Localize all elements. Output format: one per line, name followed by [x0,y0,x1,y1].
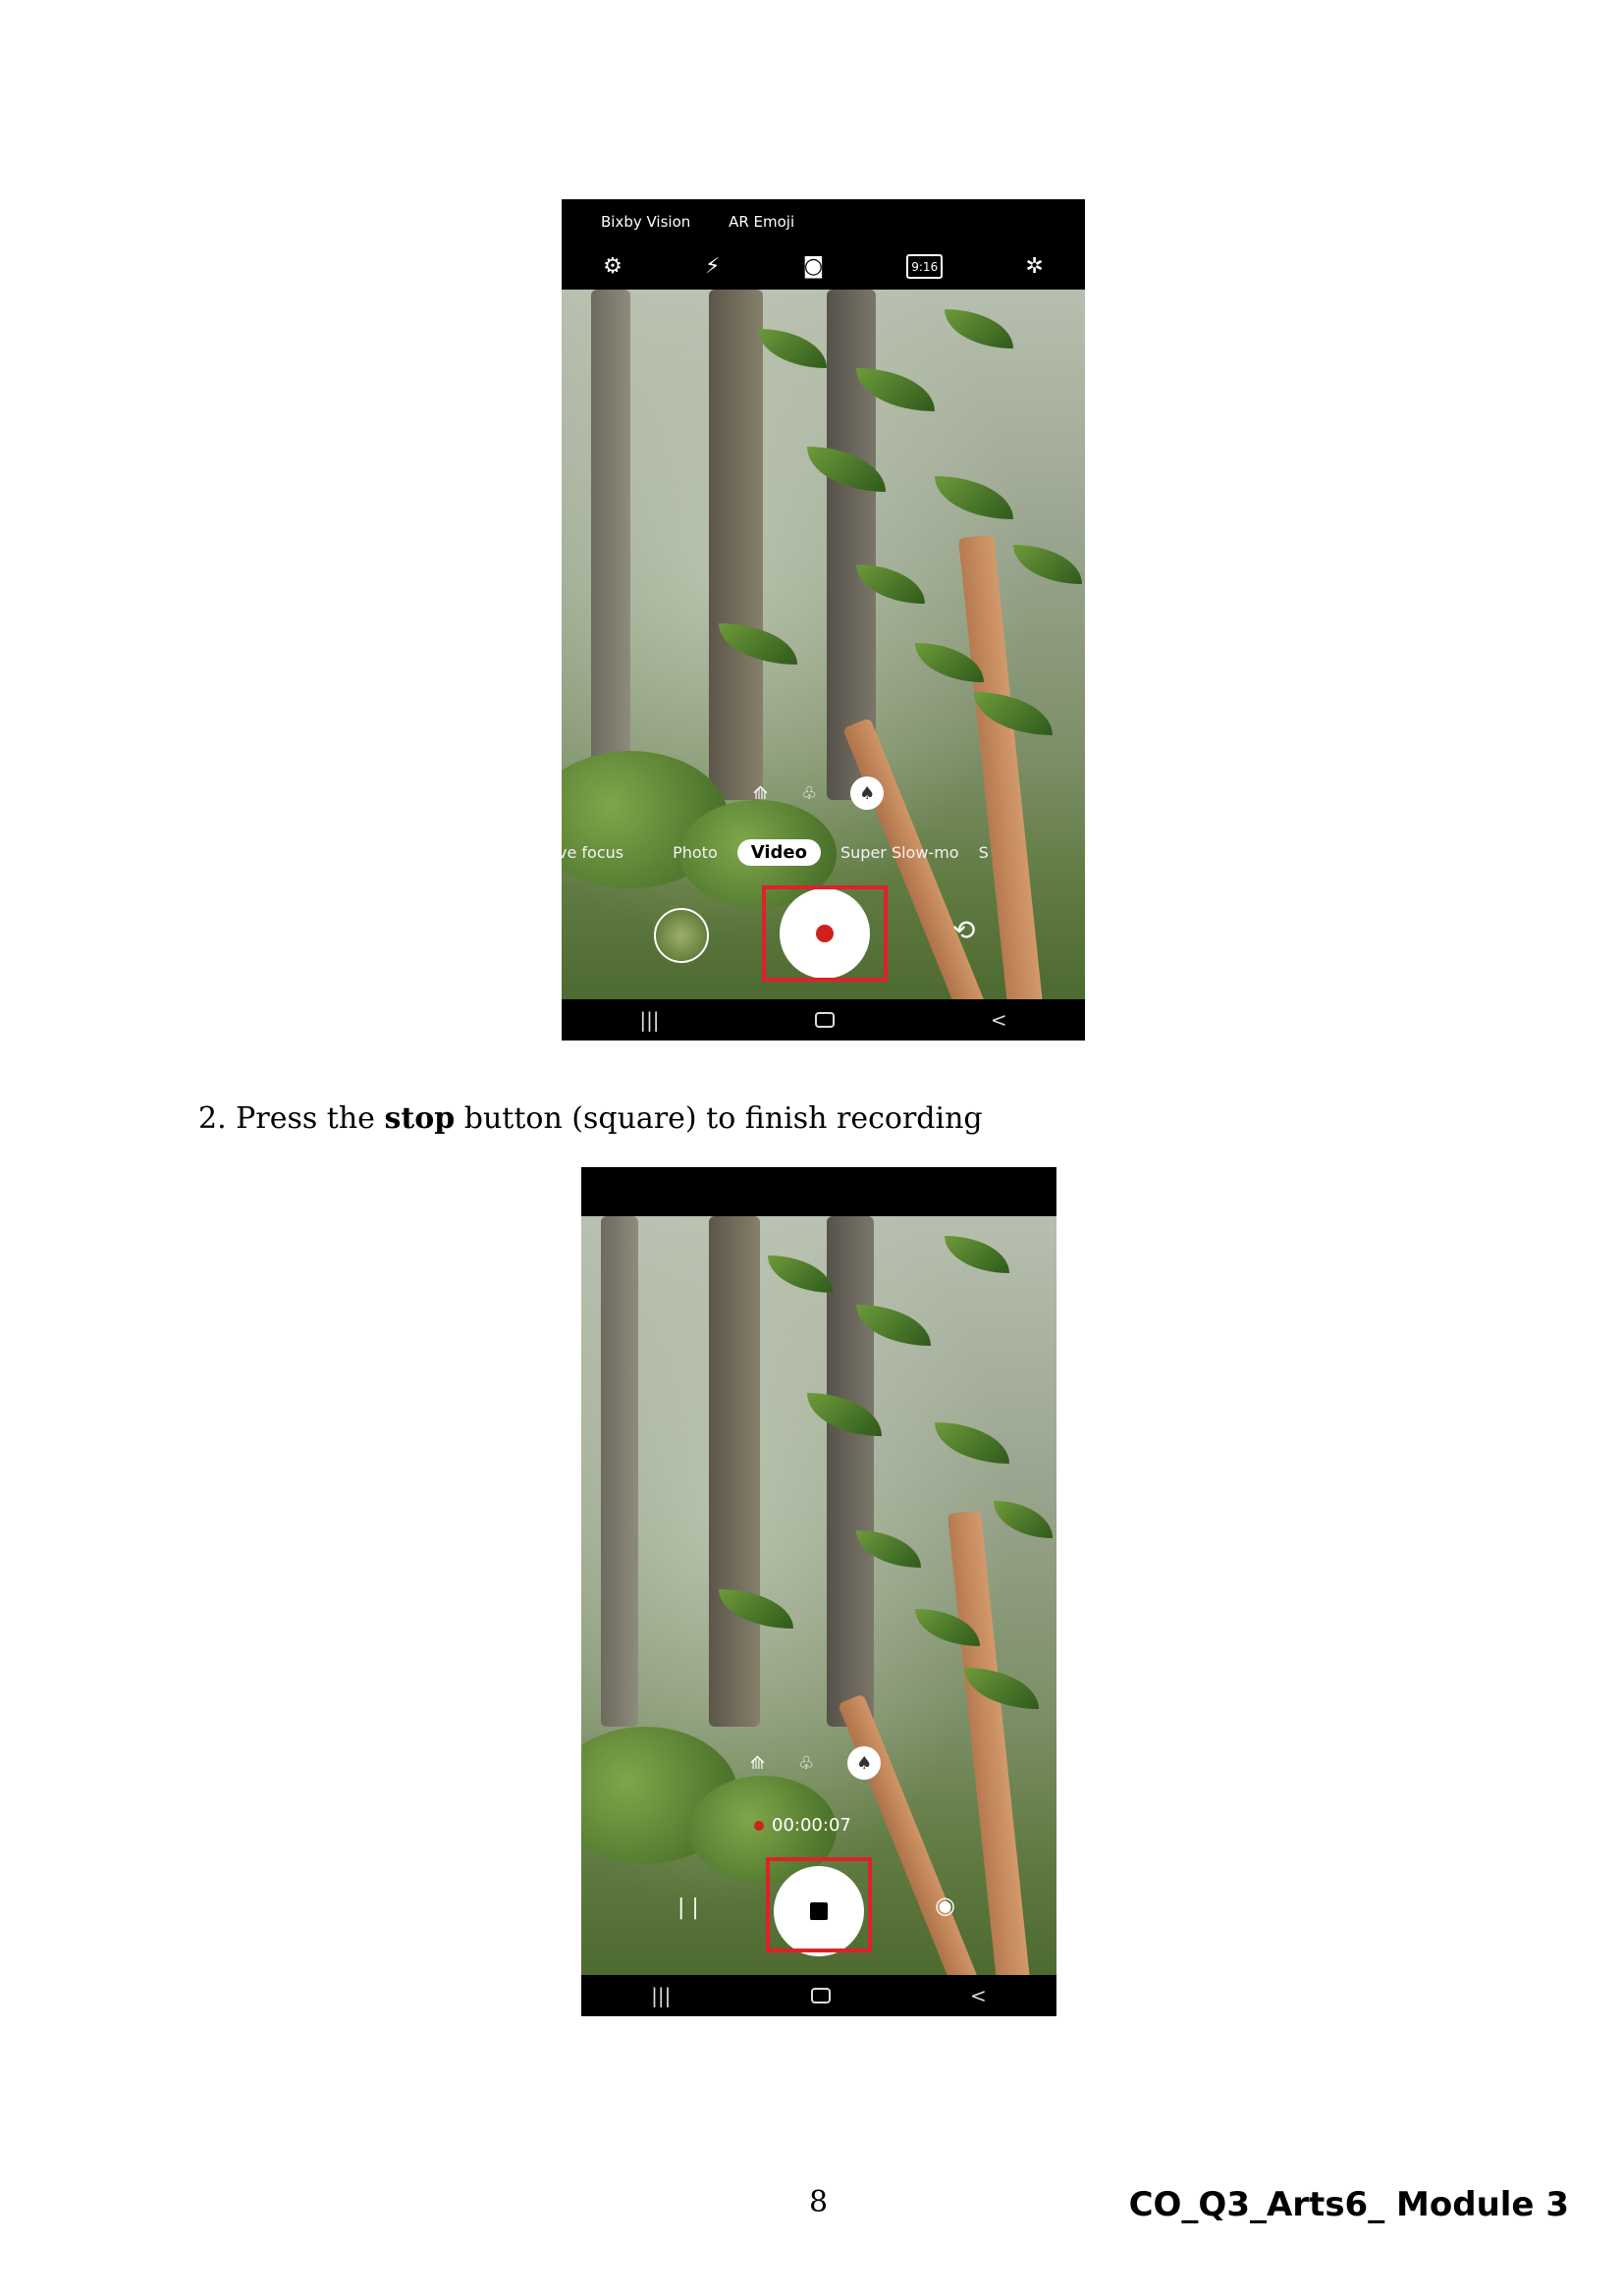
bixby-vision-link[interactable]: Bixby Vision [601,213,690,231]
camera-screenshot-record: Bixby Vision AR Emoji ⚙ ⚡ ◙ 9:16 ✲ ⟰ ♧ ♠… [562,199,1085,1041]
mode-video[interactable]: Video [736,839,821,866]
lens-selector: ⟰ ♧ ♠ [750,1746,882,1780]
effects-icon[interactable]: ✲ [1025,254,1043,279]
home-button[interactable] [815,1012,836,1028]
back-button[interactable]: < [970,1984,987,2007]
instruction-pre: Press the [236,1101,375,1136]
mode-more[interactable]: S [979,843,989,862]
recording-time: 00:00:07 [772,1815,851,1836]
ultra-wide-lens-icon[interactable]: ⟰ [750,1753,765,1774]
gallery-thumbnail[interactable] [654,908,709,963]
pause-button[interactable]: | | [677,1896,699,1920]
module-label: CO_Q3_Arts6_ Module 3 [1128,2185,1569,2224]
ar-emoji-link[interactable]: AR Emoji [729,213,794,231]
mode-super-slow-mo[interactable]: Super Slow-mo [840,843,959,862]
switch-camera-icon[interactable]: ⟲ [952,914,975,946]
instruction-post: button (square) to finish recording [463,1101,983,1136]
capture-photo-icon[interactable]: ◉ [935,1892,955,1919]
flash-off-icon[interactable]: ⚡ [705,254,720,279]
recent-apps-button[interactable]: ||| [651,1984,671,2007]
motion-icon[interactable]: ◙ [803,254,824,279]
lens-selector: ⟰ ♧ ♠ [753,776,885,810]
home-button[interactable] [810,1988,831,2003]
highlight-box [766,1857,872,1952]
aspect-ratio-icon[interactable]: 9:16 [906,254,944,279]
camera-screenshot-stop: ⟰ ♧ ♠ 00:00:07 | | ◉ ||| < [581,1167,1056,2016]
recent-apps-button[interactable]: ||| [639,1008,659,1032]
instruction-number: 2. [198,1101,227,1136]
highlight-box [762,885,888,982]
page-number: 8 [809,2185,829,2219]
wide-lens-icon[interactable]: ♧ [798,1753,814,1774]
zoom-lens-icon[interactable]: ♠ [847,1746,882,1780]
mode-photo[interactable]: Photo [673,843,718,862]
system-nav-bar: ||| < [581,1975,1056,2016]
back-button[interactable]: < [991,1008,1007,1032]
recording-indicator-icon [754,1820,764,1831]
camera-modes: ve focus Photo Video Super Slow-mo S [562,839,1085,866]
wide-lens-icon[interactable]: ♧ [801,783,817,804]
mode-live-focus[interactable]: ve focus [562,843,623,862]
settings-icon[interactable]: ⚙ [603,254,623,279]
recording-timer: 00:00:07 [754,1815,851,1836]
zoom-lens-icon[interactable]: ♠ [850,776,885,810]
system-nav-bar: ||| < [562,999,1085,1041]
instruction-bold: stop [384,1101,456,1136]
camera-top-bar: Bixby Vision AR Emoji ⚙ ⚡ ◙ 9:16 ✲ [562,199,1085,290]
ultra-wide-lens-icon[interactable]: ⟰ [753,783,768,804]
instruction-text: 2. Press the stop button (square) to fin… [198,1101,983,1136]
